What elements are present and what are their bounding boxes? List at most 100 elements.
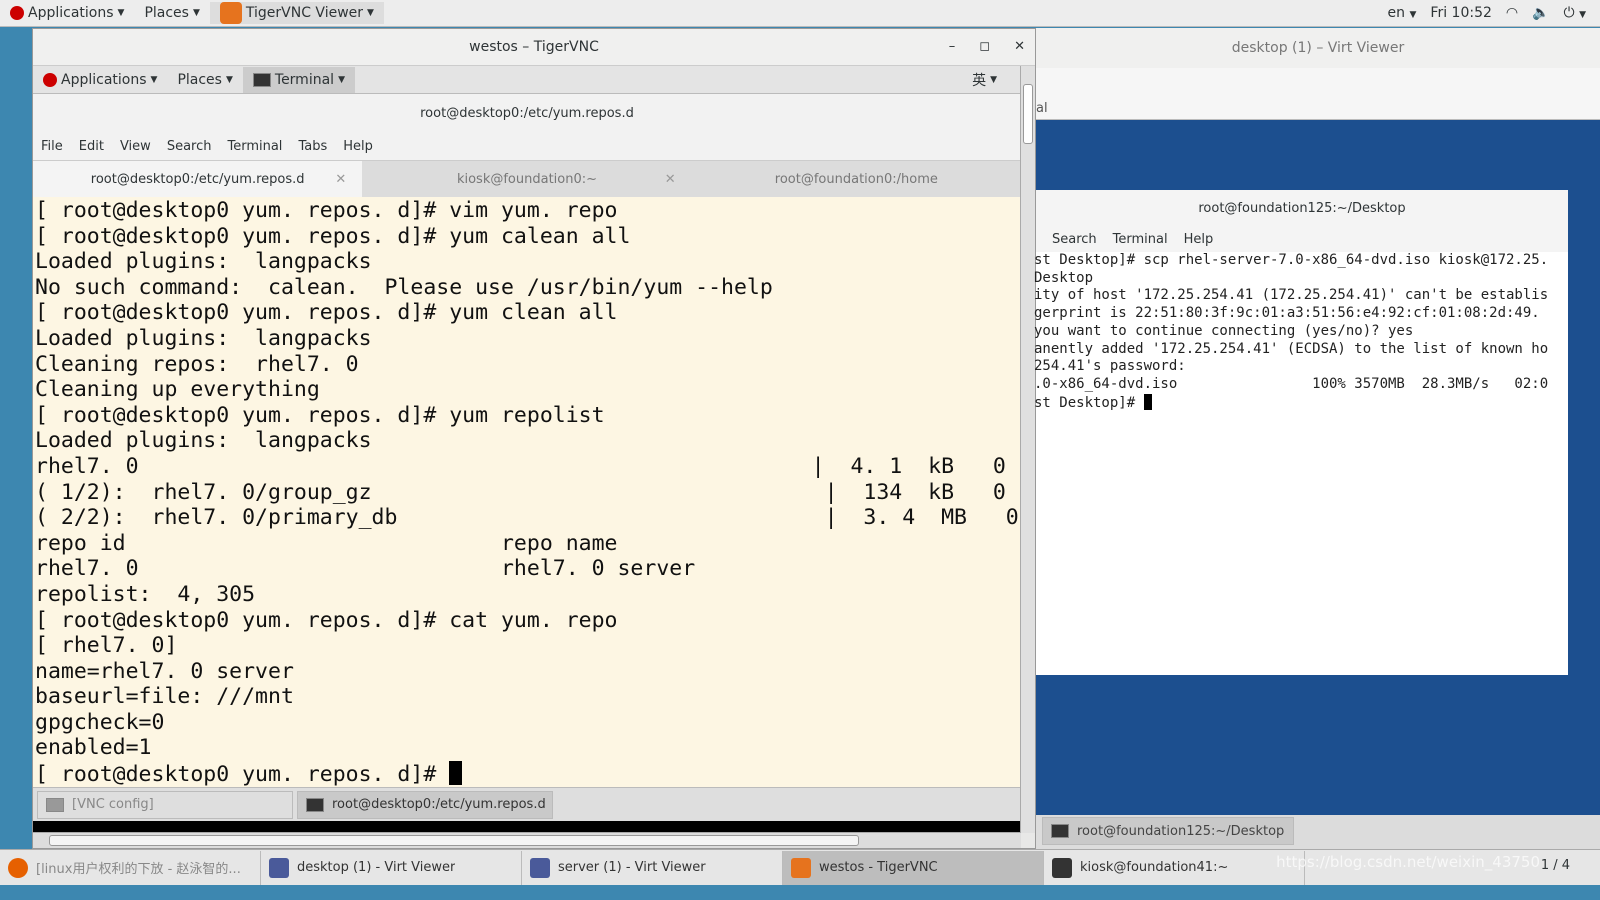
terminal-output[interactable]: [ root@desktop0 yum. repos. d]# vim yum.… bbox=[33, 197, 1021, 787]
terminal-line: [ root@desktop0 yum. repos. d]# yum cale… bbox=[35, 223, 631, 249]
terminal-line: [ rhel7. 0] bbox=[35, 633, 178, 659]
maximize-button[interactable]: ◻ bbox=[979, 39, 990, 54]
label: root@foundation125:~/Desktop bbox=[1077, 823, 1285, 839]
tab-label: kiosk@foundation0:~ bbox=[456, 171, 598, 187]
remote-terminal-menu[interactable]: Terminal ▼ bbox=[242, 66, 355, 93]
vertical-scrollbar[interactable] bbox=[1020, 66, 1035, 833]
app-menu[interactable]: TigerVNC Viewer ▼ bbox=[209, 2, 384, 24]
close-button[interactable]: ✕ bbox=[1014, 39, 1025, 54]
clock[interactable]: Fri 10:52 bbox=[1430, 5, 1491, 21]
workspace-pager[interactable]: 1 / 4 bbox=[1541, 858, 1570, 873]
tab-label: root@foundation0:/home bbox=[774, 171, 938, 187]
horizontal-scrollbar[interactable] bbox=[33, 832, 1021, 848]
terminal-icon bbox=[252, 72, 271, 87]
window-title: desktop (1) – Virt Viewer bbox=[1036, 28, 1600, 68]
language-indicator[interactable]: en ▼ bbox=[1388, 5, 1417, 21]
prompt: st Desktop]# bbox=[1034, 394, 1144, 411]
terminal-line: Loaded plugins: langpacks bbox=[35, 428, 372, 454]
tigervnc-window: westos – TigerVNC – ◻ ✕ Applications ▼ Plac… bbox=[32, 28, 1036, 849]
terminal-icon bbox=[1051, 824, 1069, 838]
terminal-line: gpgcheck=0 bbox=[35, 709, 165, 735]
prompt: [ root@desktop0 yum. repos. d]# bbox=[35, 762, 450, 787]
wifi-icon[interactable]: ◠ bbox=[1506, 5, 1518, 21]
terminal-line: name=rhel7. 0 server bbox=[35, 658, 294, 684]
terminal-title: root@desktop0:/etc/yum.repos.d bbox=[33, 94, 1021, 132]
terminal-icon bbox=[1052, 857, 1072, 878]
menu-view[interactable]: View bbox=[120, 139, 151, 154]
remote-applications-menu[interactable]: Applications ▼ bbox=[33, 72, 167, 88]
terminal-line: repolist: 4, 305 bbox=[35, 581, 256, 607]
menu-search[interactable]: Search bbox=[1052, 232, 1097, 247]
taskbar-item[interactable]: kiosk@foundation41:~ bbox=[1044, 850, 1305, 885]
terminal-icon bbox=[306, 797, 324, 812]
taskbar-item[interactable]: [linux用户权利的下放 - 赵泳智的... bbox=[0, 850, 261, 885]
label: Terminal bbox=[274, 71, 335, 88]
terminal-line: you want to continue connecting (yes/no)… bbox=[1034, 322, 1414, 339]
applications-menu[interactable]: Applications ▼ bbox=[0, 5, 134, 21]
menu-help[interactable]: Help bbox=[343, 139, 373, 154]
desktop bbox=[0, 885, 1600, 900]
menu-file[interactable]: File bbox=[41, 139, 63, 154]
terminal-prompt-line: [ root@desktop0 yum. repos. d]# bbox=[35, 761, 1021, 787]
scroll-thumb[interactable] bbox=[1023, 84, 1033, 144]
taskbar-item[interactable]: server (1) - Virt Viewer bbox=[522, 850, 783, 885]
remote-taskbar: [VNC config] root@desktop0:/etc/yum.repo… bbox=[33, 787, 1021, 821]
terminal-line: .0-x86_64-dvd.iso 100% 3570MB 28.3MB/s 0… bbox=[1034, 375, 1549, 392]
label: Applications bbox=[61, 71, 147, 88]
places-label: Places bbox=[144, 5, 189, 21]
remote-places-menu[interactable]: Places ▼ bbox=[167, 72, 242, 88]
terminal-menubar: Search Terminal Help bbox=[1036, 226, 1568, 252]
terminal-output[interactable]: st Desktop]# scp rhel-server-7.0-x86_64-… bbox=[1034, 252, 1568, 412]
taskbar-item-label: kiosk@foundation41:~ bbox=[1080, 860, 1229, 875]
menu-edit[interactable]: Edit bbox=[79, 139, 104, 154]
terminal-line: [ root@desktop0 yum. repos. d]# yum clea… bbox=[35, 300, 618, 326]
window-titlebar: westos – TigerVNC – ◻ ✕ bbox=[33, 29, 1035, 66]
terminal-line: Loaded plugins: langpacks bbox=[35, 325, 372, 351]
task-terminal[interactable]: root@foundation125:~/Desktop bbox=[1042, 817, 1294, 845]
label: root@desktop0:/etc/yum.repos.d bbox=[332, 797, 546, 812]
terminal-line: anently added '172.25.254.41' (ECDSA) to… bbox=[1034, 340, 1549, 357]
power-icon[interactable]: ⏻ ▼ bbox=[1564, 5, 1586, 21]
redhat-icon bbox=[43, 72, 57, 87]
task-vnc-config[interactable]: [VNC config] bbox=[37, 790, 293, 819]
tigervnc-icon bbox=[791, 857, 811, 878]
label: al bbox=[1036, 101, 1048, 116]
terminal-line: ( 1/2): rhel7. 0/group_gz | 134 kB 0 bbox=[35, 479, 1006, 505]
volume-icon[interactable]: 🔈 bbox=[1532, 5, 1549, 21]
taskbar-item[interactable]: desktop (1) - Virt Viewer bbox=[261, 850, 522, 885]
terminal-line: Loaded plugins: langpacks bbox=[35, 249, 372, 275]
chevron-down-icon: ▼ bbox=[117, 8, 125, 18]
window-title: westos – TigerVNC bbox=[469, 39, 599, 55]
terminal-line: st Desktop]# scp rhel-server-7.0-x86_64-… bbox=[1034, 252, 1549, 268]
menu-tabs[interactable]: Tabs bbox=[298, 139, 327, 154]
places-menu[interactable]: Places ▼ bbox=[134, 5, 209, 21]
terminal-line: rhel7. 0 rhel7. 0 server bbox=[35, 556, 696, 582]
redhat-icon bbox=[10, 6, 24, 20]
terminal-line: [ root@desktop0 yum. repos. d]# vim yum.… bbox=[35, 198, 618, 223]
menu-terminal[interactable]: Terminal bbox=[227, 139, 282, 154]
ime-indicator[interactable]: 英 ▼ bbox=[962, 70, 1007, 90]
virt-viewer-icon bbox=[530, 857, 550, 878]
close-tab-icon[interactable]: ✕ bbox=[335, 172, 346, 187]
label: 英 bbox=[972, 72, 987, 89]
remote-taskbar: root@foundation125:~/Desktop bbox=[1036, 815, 1600, 849]
remote-terminal-window: root@foundation125:~/Desktop Search Termi… bbox=[1034, 190, 1568, 675]
taskbar-item[interactable]: westos - TigerVNC bbox=[783, 850, 1044, 885]
menu-terminal[interactable]: Terminal bbox=[1113, 232, 1168, 247]
terminal-menubar: File Edit View Search Terminal Tabs Help bbox=[33, 132, 1021, 160]
label: [VNC config] bbox=[72, 797, 154, 812]
scroll-thumb[interactable] bbox=[49, 835, 859, 846]
tigervnc-icon bbox=[219, 2, 242, 24]
chevron-down-icon: ▼ bbox=[367, 8, 374, 18]
minimize-button[interactable]: – bbox=[949, 39, 956, 54]
tab[interactable]: root@foundation0:/home bbox=[692, 161, 1021, 197]
menu-help[interactable]: Help bbox=[1184, 232, 1214, 247]
menu-search[interactable]: Search bbox=[167, 139, 212, 154]
close-tab-icon[interactable]: ✕ bbox=[665, 172, 676, 187]
task-terminal[interactable]: root@desktop0:/etc/yum.repos.d bbox=[297, 790, 553, 819]
tab[interactable]: kiosk@foundation0:~ ✕ bbox=[362, 161, 691, 197]
terminal-prompt-line: st Desktop]# bbox=[1034, 393, 1568, 413]
terminal-line: 254.41's password: bbox=[1034, 358, 1186, 375]
window-icon bbox=[46, 797, 64, 812]
tab[interactable]: root@desktop0:/etc/yum.repos.d ✕ bbox=[33, 161, 363, 197]
